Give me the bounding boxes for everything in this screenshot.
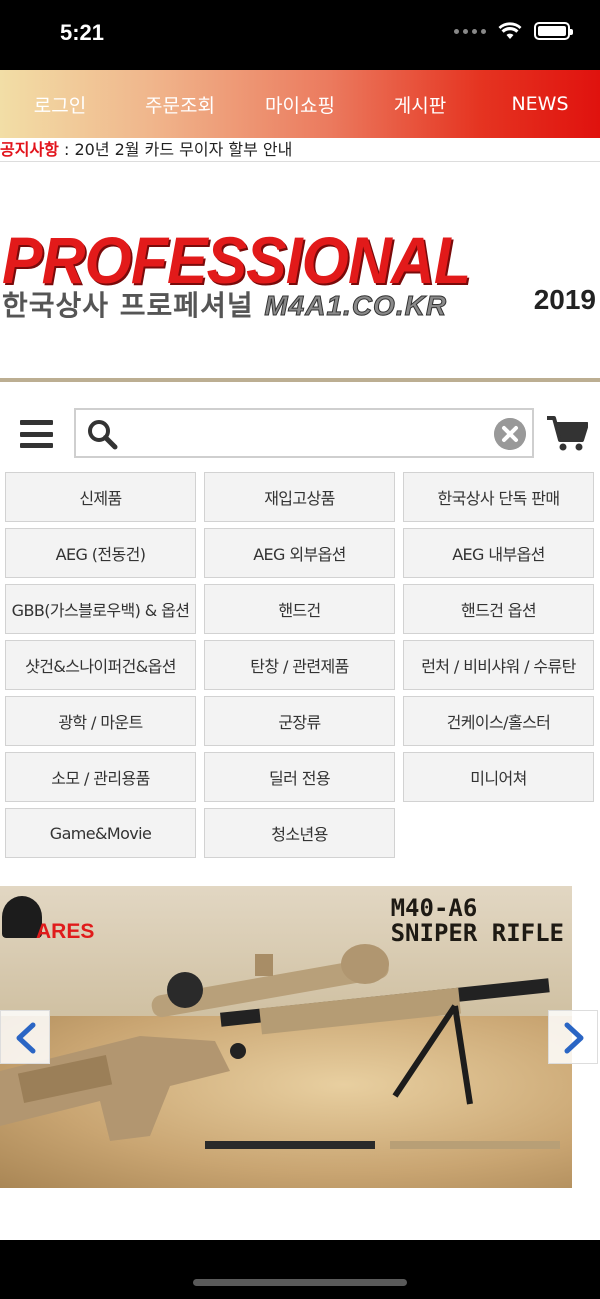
notice-label: 공지사항 xyxy=(0,140,59,159)
search-icon xyxy=(88,420,118,450)
category-miniature[interactable]: 미니어쳐 xyxy=(403,752,594,802)
nav-order-lookup[interactable]: 주문조회 xyxy=(120,91,240,118)
category-handgun-options[interactable]: 핸드건 옵션 xyxy=(403,584,594,634)
category-shotgun-sniper[interactable]: 샷건&스나이퍼건&옵션 xyxy=(5,640,196,690)
notice-text[interactable]: 20년 2월 카드 무이자 할부 안내 xyxy=(74,140,292,159)
banner-next-button[interactable] xyxy=(548,1010,598,1064)
banner-prev-button[interactable] xyxy=(0,1010,50,1064)
logo-subtitle: 한국상사 프로페셔널 M4A1.CO.KR xyxy=(2,284,447,324)
category-optics[interactable]: 광학 / 마운트 xyxy=(5,696,196,746)
notice-bar[interactable]: 공지사항 : 20년 2월 카드 무이자 할부 안내 xyxy=(0,138,600,162)
hamburger-menu-icon[interactable] xyxy=(20,420,53,448)
bottom-toolbar xyxy=(0,1240,600,1299)
category-aeg-internal[interactable]: AEG 내부옵션 xyxy=(403,528,594,578)
category-restock[interactable]: 재입고상품 xyxy=(204,472,395,522)
logo-sub-korean: 한국상사 프로페셔널 xyxy=(2,289,254,322)
status-time: 5:21 xyxy=(60,20,105,45)
top-nav: 로그인 주문조회 마이쇼핑 게시판 NEWS xyxy=(0,70,600,138)
battery-icon xyxy=(534,22,573,40)
category-gbb[interactable]: GBB(가스블로우백) & 옵션 xyxy=(5,584,196,634)
nav-news[interactable]: NEWS xyxy=(480,93,600,115)
nav-board[interactable]: 게시판 xyxy=(360,91,480,118)
signal-icon xyxy=(454,28,486,34)
category-gear[interactable]: 군장류 xyxy=(204,696,395,746)
chevron-left-icon xyxy=(16,1022,36,1054)
logo-domain: M4A1.CO.KR xyxy=(264,290,448,322)
category-aeg-external[interactable]: AEG 외부옵션 xyxy=(204,528,395,578)
category-gun-case[interactable]: 건케이스/홀스터 xyxy=(403,696,594,746)
wifi-icon xyxy=(498,22,522,39)
home-indicator[interactable] xyxy=(193,1279,407,1286)
category-launcher[interactable]: 런처 / 비비샤워 / 수류탄 xyxy=(403,640,594,690)
category-handgun[interactable]: 핸드건 xyxy=(204,584,395,634)
status-icons xyxy=(454,22,573,40)
page: 5:21 로그인 주문조회 마이쇼핑 게시판 NEWS 공지사항 : 20년 2… xyxy=(0,0,600,1299)
header-divider xyxy=(0,378,600,382)
status-bar: 5:21 xyxy=(0,0,600,70)
search-input[interactable] xyxy=(128,416,488,450)
category-consumables[interactable]: 소모 / 관리용품 xyxy=(5,752,196,802)
nav-login[interactable]: 로그인 xyxy=(0,91,120,118)
notice-separator: : xyxy=(58,140,75,159)
nav-my-shopping[interactable]: 마이쇼핑 xyxy=(240,91,360,118)
rifle-image xyxy=(0,944,560,1149)
category-exclusive[interactable]: 한국상사 단독 판매 xyxy=(403,472,594,522)
category-game-movie[interactable]: Game&Movie xyxy=(5,808,196,858)
logo-year: 2019 xyxy=(533,284,596,315)
category-youth[interactable]: 청소년용 xyxy=(204,808,395,858)
category-aeg[interactable]: AEG (전동건) xyxy=(5,528,196,578)
category-dealer[interactable]: 딜러 전용 xyxy=(204,752,395,802)
search-box[interactable] xyxy=(74,408,534,458)
category-grid: 신제품 재입고상품 한국상사 단독 판매 AEG (전동건) AEG 외부옵션 … xyxy=(5,472,595,858)
promo-banner[interactable]: ARES M40-A6 SNIPER RIFLE xyxy=(0,886,572,1188)
cart-icon[interactable] xyxy=(546,414,588,452)
category-new-products[interactable]: 신제품 xyxy=(5,472,196,522)
chevron-right-icon xyxy=(564,1022,584,1054)
category-magazine[interactable]: 탄창 / 관련제품 xyxy=(204,640,395,690)
site-logo[interactable]: PROFESSIONAL 한국상사 프로페셔널 M4A1.CO.KR 2019 xyxy=(0,200,600,330)
clear-icon[interactable] xyxy=(494,418,526,450)
